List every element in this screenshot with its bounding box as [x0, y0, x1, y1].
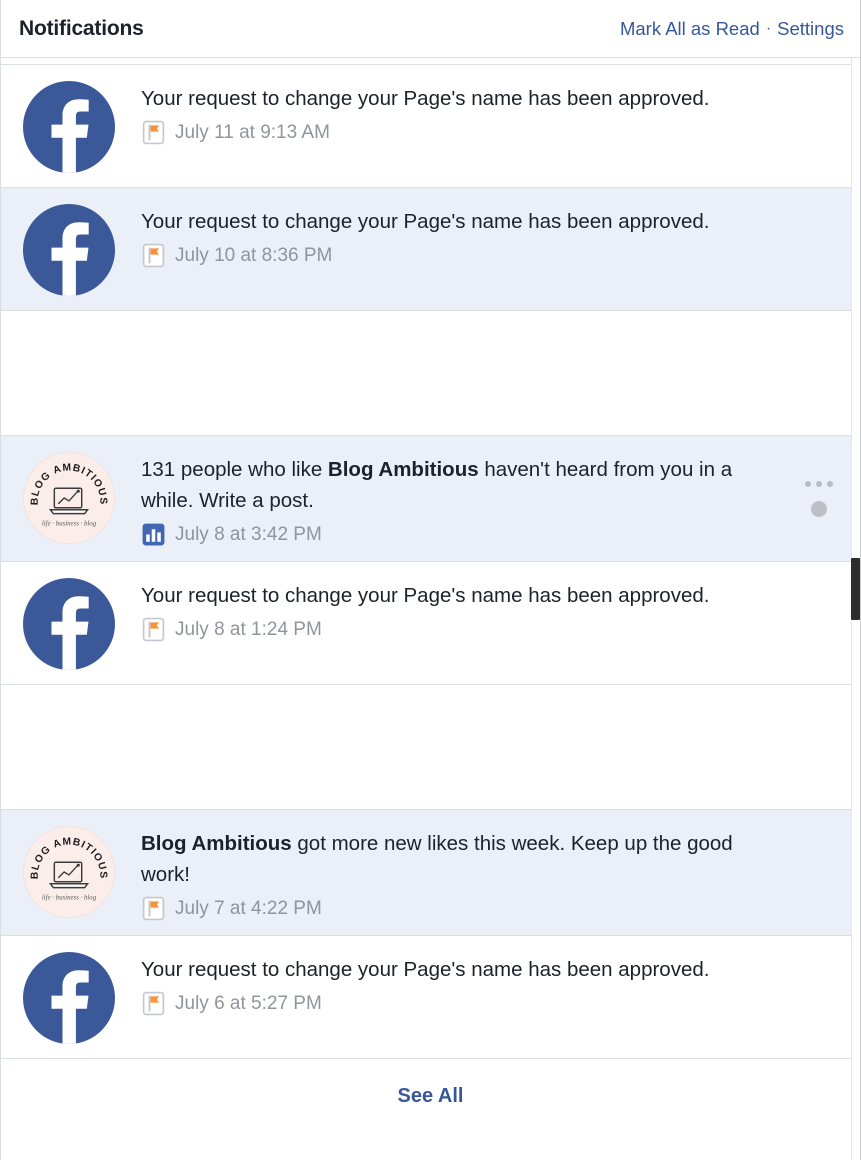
ellipsis-dot	[816, 480, 822, 487]
facebook-logo-icon	[23, 81, 115, 173]
notification-row[interactable]: BLOG AMBITIOUS life · business · blog 13…	[1, 436, 860, 562]
notification-row[interactable]: BLOG AMBITIOUS life · business · blog Bl…	[1, 810, 860, 936]
page-flag-icon	[142, 617, 165, 642]
notification-body: Blog Ambitious got more new likes this w…	[115, 824, 844, 921]
header-actions: Mark All as Read · Settings	[620, 18, 844, 40]
notification-body: Your request to change your Page's name …	[115, 202, 844, 268]
notification-placeholder-row	[1, 311, 860, 436]
notification-text: Your request to change your Page's name …	[141, 580, 741, 611]
notification-text: Blog Ambitious got more new likes this w…	[141, 828, 741, 890]
notifications-panel: Notifications Mark All as Read · Setting…	[0, 0, 861, 1160]
notification-meta: July 6 at 5:27 PM	[141, 991, 844, 1016]
notification-row[interactable]: Your request to change your Page's name …	[1, 936, 860, 1059]
mark-all-as-read-button[interactable]: Mark All as Read	[620, 18, 760, 40]
notification-row[interactable]: Your request to change your Page's name …	[1, 65, 860, 188]
notification-row-controls	[800, 436, 838, 561]
facebook-logo-icon	[23, 952, 115, 1044]
notification-meta: July 10 at 8:36 PM	[141, 243, 844, 268]
page-flag-icon	[142, 991, 165, 1016]
notification-body: Your request to change your Page's name …	[115, 79, 844, 145]
notification-text-bold: Blog Ambitious	[141, 832, 292, 855]
notification-text: Your request to change your Page's name …	[141, 83, 741, 114]
notification-text: 131 people who like Blog Ambitious haven…	[141, 454, 741, 516]
notification-timestamp: July 8 at 1:24 PM	[175, 618, 322, 640]
settings-link[interactable]: Settings	[777, 18, 844, 40]
blog-ambitious-logo-icon: BLOG AMBITIOUS life · business · blog	[23, 826, 115, 918]
notifications-header: Notifications Mark All as Read · Setting…	[1, 0, 860, 58]
notification-meta: July 8 at 1:24 PM	[141, 617, 844, 642]
notification-text-before: Your request to change your Page's name …	[141, 210, 710, 233]
header-separator: ·	[765, 19, 772, 37]
ellipsis-dot	[827, 480, 833, 487]
facebook-logo-icon	[23, 204, 115, 296]
notification-body: 131 people who like Blog Ambitious haven…	[115, 450, 844, 547]
notification-text-before: 131 people who like	[141, 458, 328, 481]
notification-meta: July 7 at 4:22 PM	[141, 896, 844, 921]
notification-text: Your request to change your Page's name …	[141, 954, 741, 985]
notification-timestamp: July 6 at 5:27 PM	[175, 992, 322, 1014]
notification-placeholder-row	[1, 685, 860, 810]
scrollbar-track[interactable]	[851, 58, 860, 1160]
notification-row[interactable]: Your request to change your Page's name …	[1, 562, 860, 685]
page-flag-icon	[142, 896, 165, 921]
notification-text-before: Your request to change your Page's name …	[141, 958, 710, 981]
page-title: Notifications	[19, 16, 144, 40]
notification-text-before: Your request to change your Page's name …	[141, 87, 710, 110]
see-all-button[interactable]: See All	[1, 1059, 860, 1133]
blog-ambitious-logo-icon: BLOG AMBITIOUS life · business · blog	[23, 452, 115, 544]
notification-row[interactable]: Your request to change your Page's name …	[1, 188, 860, 311]
scrollbar-thumb[interactable]	[851, 558, 860, 620]
page-flag-icon	[142, 120, 165, 145]
notification-body: Your request to change your Page's name …	[115, 576, 844, 642]
svg-text:life · business · blog: life · business · blog	[42, 894, 97, 901]
page-flag-icon	[142, 243, 165, 268]
notification-timestamp: July 11 at 9:13 AM	[175, 121, 330, 143]
notification-timestamp: July 7 at 4:22 PM	[175, 897, 322, 919]
clipped-notification-row[interactable]: Close Board.	[1, 58, 860, 65]
svg-text:life · business · blog: life · business · blog	[42, 520, 97, 527]
notification-meta: July 11 at 9:13 AM	[141, 120, 844, 145]
mark-read-toggle-icon[interactable]	[811, 500, 827, 517]
notification-body: Your request to change your Page's name …	[115, 950, 844, 1016]
more-options-icon[interactable]	[805, 480, 833, 487]
notification-meta: July 8 at 3:42 PM	[141, 522, 844, 547]
notification-timestamp: July 8 at 3:42 PM	[175, 523, 322, 545]
facebook-logo-icon	[23, 578, 115, 670]
notification-text-before: Your request to change your Page's name …	[141, 584, 710, 607]
insights-bar-chart-icon	[142, 523, 165, 546]
notification-timestamp: July 10 at 8:36 PM	[175, 244, 333, 266]
notification-text-bold: Blog Ambitious	[327, 458, 479, 481]
ellipsis-dot	[805, 480, 811, 487]
notification-text: Your request to change your Page's name …	[141, 206, 741, 237]
